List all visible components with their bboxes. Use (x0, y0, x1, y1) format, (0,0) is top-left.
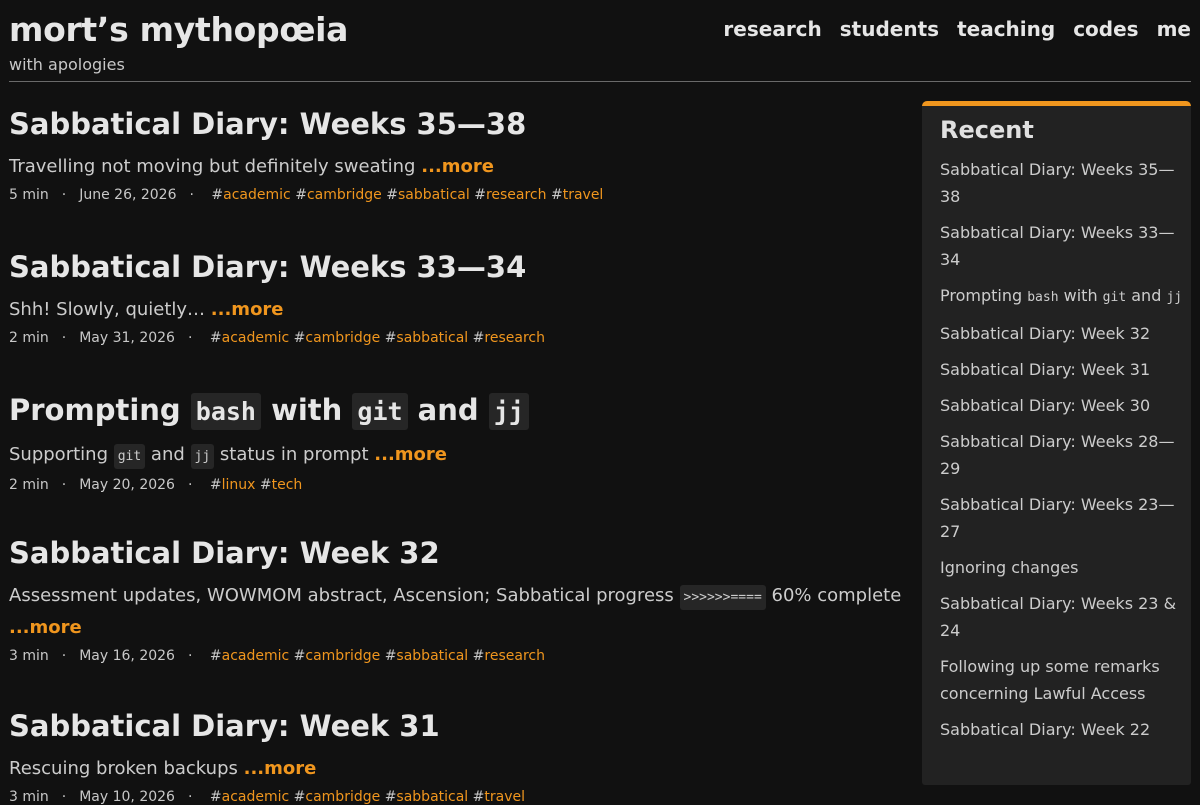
post-summary-text: Supporting git and jj status in prompt (9, 444, 369, 469)
meta-separator: · (187, 330, 193, 346)
post-date: May 20, 2026 (79, 477, 175, 493)
tag-link[interactable]: #academic (210, 648, 289, 664)
meta-separator: · (187, 789, 193, 805)
site-header: mort’s mythopœia with apologies research… (9, 0, 1191, 82)
post-date: May 16, 2026 (79, 648, 175, 664)
recent-post-link[interactable]: Sabbatical Diary: Week 32 (940, 324, 1150, 343)
post-summary: Shh! Slowly, quietly… ...more (9, 295, 909, 325)
recent-post-link[interactable]: Following up some remarks concerning Law… (940, 657, 1160, 703)
main-nav: research students teaching codes me (723, 17, 1191, 41)
post-summary: Travelling not moving but definitely swe… (9, 152, 909, 182)
read-time: 3 min (9, 648, 49, 664)
nav-research[interactable]: research (723, 17, 821, 41)
tag-link[interactable]: #academic (211, 187, 290, 203)
meta-separator: · (61, 648, 67, 664)
meta-separator: · (187, 477, 193, 493)
read-time: 2 min (9, 477, 49, 493)
meta-separator: · (61, 789, 67, 805)
post-meta: 3 min · May 16, 2026 · #academic #cambridge… (9, 648, 909, 664)
tag-link[interactable]: #cambridge (294, 330, 381, 346)
read-more-link[interactable]: ...more (9, 617, 82, 638)
recent-post-link[interactable]: Sabbatical Diary: Weeks 28—29 (940, 432, 1174, 478)
recent-sidebar: Recent Sabbatical Diary: Weeks 35—38 Sab… (922, 101, 1191, 785)
tag-link[interactable]: #sabbatical (385, 330, 469, 346)
site-tagline: with apologies (9, 55, 125, 74)
post-item: Sabbatical Diary: Week 32 Assessment upd… (9, 531, 909, 664)
nav-codes[interactable]: codes (1073, 17, 1138, 41)
recent-post-link[interactable]: Prompting bash with git and jj (940, 286, 1182, 305)
post-title-link[interactable]: Prompting bash with git and jj (9, 393, 529, 430)
post-summary: Assessment updates, WOWMOM abstract, Asc… (9, 581, 909, 643)
tag-link[interactable]: #research (473, 648, 545, 664)
read-time: 3 min (9, 789, 49, 805)
tag-link[interactable]: #academic (210, 789, 289, 805)
meta-separator: · (189, 187, 194, 203)
nav-students[interactable]: students (840, 17, 939, 41)
tag-link[interactable]: #research (474, 187, 546, 203)
site-title[interactable]: mort’s mythopœia (9, 10, 348, 49)
post-date: May 31, 2026 (79, 330, 175, 346)
recent-post-link[interactable]: Sabbatical Diary: Weeks 23—27 (940, 495, 1174, 541)
post-summary: Rescuing broken backups ...more (9, 754, 909, 784)
meta-separator: · (61, 330, 67, 346)
post-item: Prompting bash with git and jj Supportin… (9, 388, 909, 493)
meta-separator: · (187, 648, 193, 664)
read-more-link[interactable]: ...more (421, 156, 494, 177)
read-time: 2 min (9, 330, 49, 346)
read-more-link[interactable]: ...more (374, 444, 447, 465)
post-title-link[interactable]: Sabbatical Diary: Week 32 (9, 536, 440, 570)
tag-link[interactable]: #sabbatical (386, 187, 470, 203)
recent-post-link[interactable]: Ignoring changes (940, 558, 1078, 577)
tag-link[interactable]: #cambridge (294, 789, 381, 805)
tag-link[interactable]: #cambridge (294, 648, 381, 664)
post-summary-text: Travelling not moving but definitely swe… (9, 156, 416, 177)
read-more-link[interactable]: ...more (211, 299, 284, 320)
nav-me[interactable]: me (1157, 17, 1191, 41)
recent-post-link[interactable]: Sabbatical Diary: Weeks 35—38 (940, 160, 1174, 206)
post-summary: Supporting git and jj status in prompt .… (9, 440, 909, 472)
tag-link[interactable]: #travel (551, 187, 603, 203)
read-more-link[interactable]: ...more (244, 758, 317, 779)
recent-post-link[interactable]: Sabbatical Diary: Week 31 (940, 360, 1150, 379)
tag-link[interactable]: #sabbatical (385, 648, 469, 664)
meta-separator: · (61, 477, 67, 493)
post-date: May 10, 2026 (79, 789, 175, 805)
post-meta: 2 min · May 20, 2026 · #linux #tech (9, 477, 909, 493)
recent-post-link[interactable]: Sabbatical Diary: Weeks 33—34 (940, 223, 1174, 269)
post-title-link[interactable]: Sabbatical Diary: Week 31 (9, 709, 440, 743)
post-item: Sabbatical Diary: Week 31 Rescuing broke… (9, 704, 909, 805)
tag-link[interactable]: #cambridge (295, 187, 382, 203)
tag-link[interactable]: #research (473, 330, 545, 346)
recent-post-link[interactable]: Sabbatical Diary: Weeks 23 & 24 (940, 594, 1176, 640)
post-title-link[interactable]: Sabbatical Diary: Weeks 35—38 (9, 107, 526, 141)
post-date: June 26, 2026 (79, 187, 177, 203)
post-summary-text: Shh! Slowly, quietly… (9, 299, 206, 320)
post-item: Sabbatical Diary: Weeks 33—34 Shh! Slowl… (9, 245, 909, 346)
post-meta: 3 min · May 10, 2026 · #academic #cambridge… (9, 789, 909, 805)
read-time: 5 min (9, 187, 49, 203)
tag-link[interactable]: #academic (210, 330, 289, 346)
post-summary-text: Assessment updates, WOWMOM abstract, Asc… (9, 585, 901, 610)
post-summary-text: Rescuing broken backups (9, 758, 238, 779)
tag-link[interactable]: #travel (473, 789, 525, 805)
meta-separator: · (61, 187, 67, 203)
post-title-link[interactable]: Sabbatical Diary: Weeks 33—34 (9, 250, 526, 284)
recent-post-link[interactable]: Sabbatical Diary: Week 22 (940, 720, 1150, 739)
post-meta: 2 min · May 31, 2026 · #academic #cambridge… (9, 330, 909, 346)
recent-post-link[interactable]: Sabbatical Diary: Week 30 (940, 396, 1150, 415)
sidebar-title: Recent (940, 116, 1034, 144)
tag-link[interactable]: #sabbatical (385, 789, 469, 805)
post-meta: 5 min · June 26, 2026 · #academic #cambridg… (9, 187, 909, 203)
nav-teaching[interactable]: teaching (957, 17, 1055, 41)
post-item: Sabbatical Diary: Weeks 35—38 Travelling… (9, 102, 909, 203)
tag-link[interactable]: #tech (260, 477, 302, 493)
tag-link[interactable]: #linux (210, 477, 256, 493)
